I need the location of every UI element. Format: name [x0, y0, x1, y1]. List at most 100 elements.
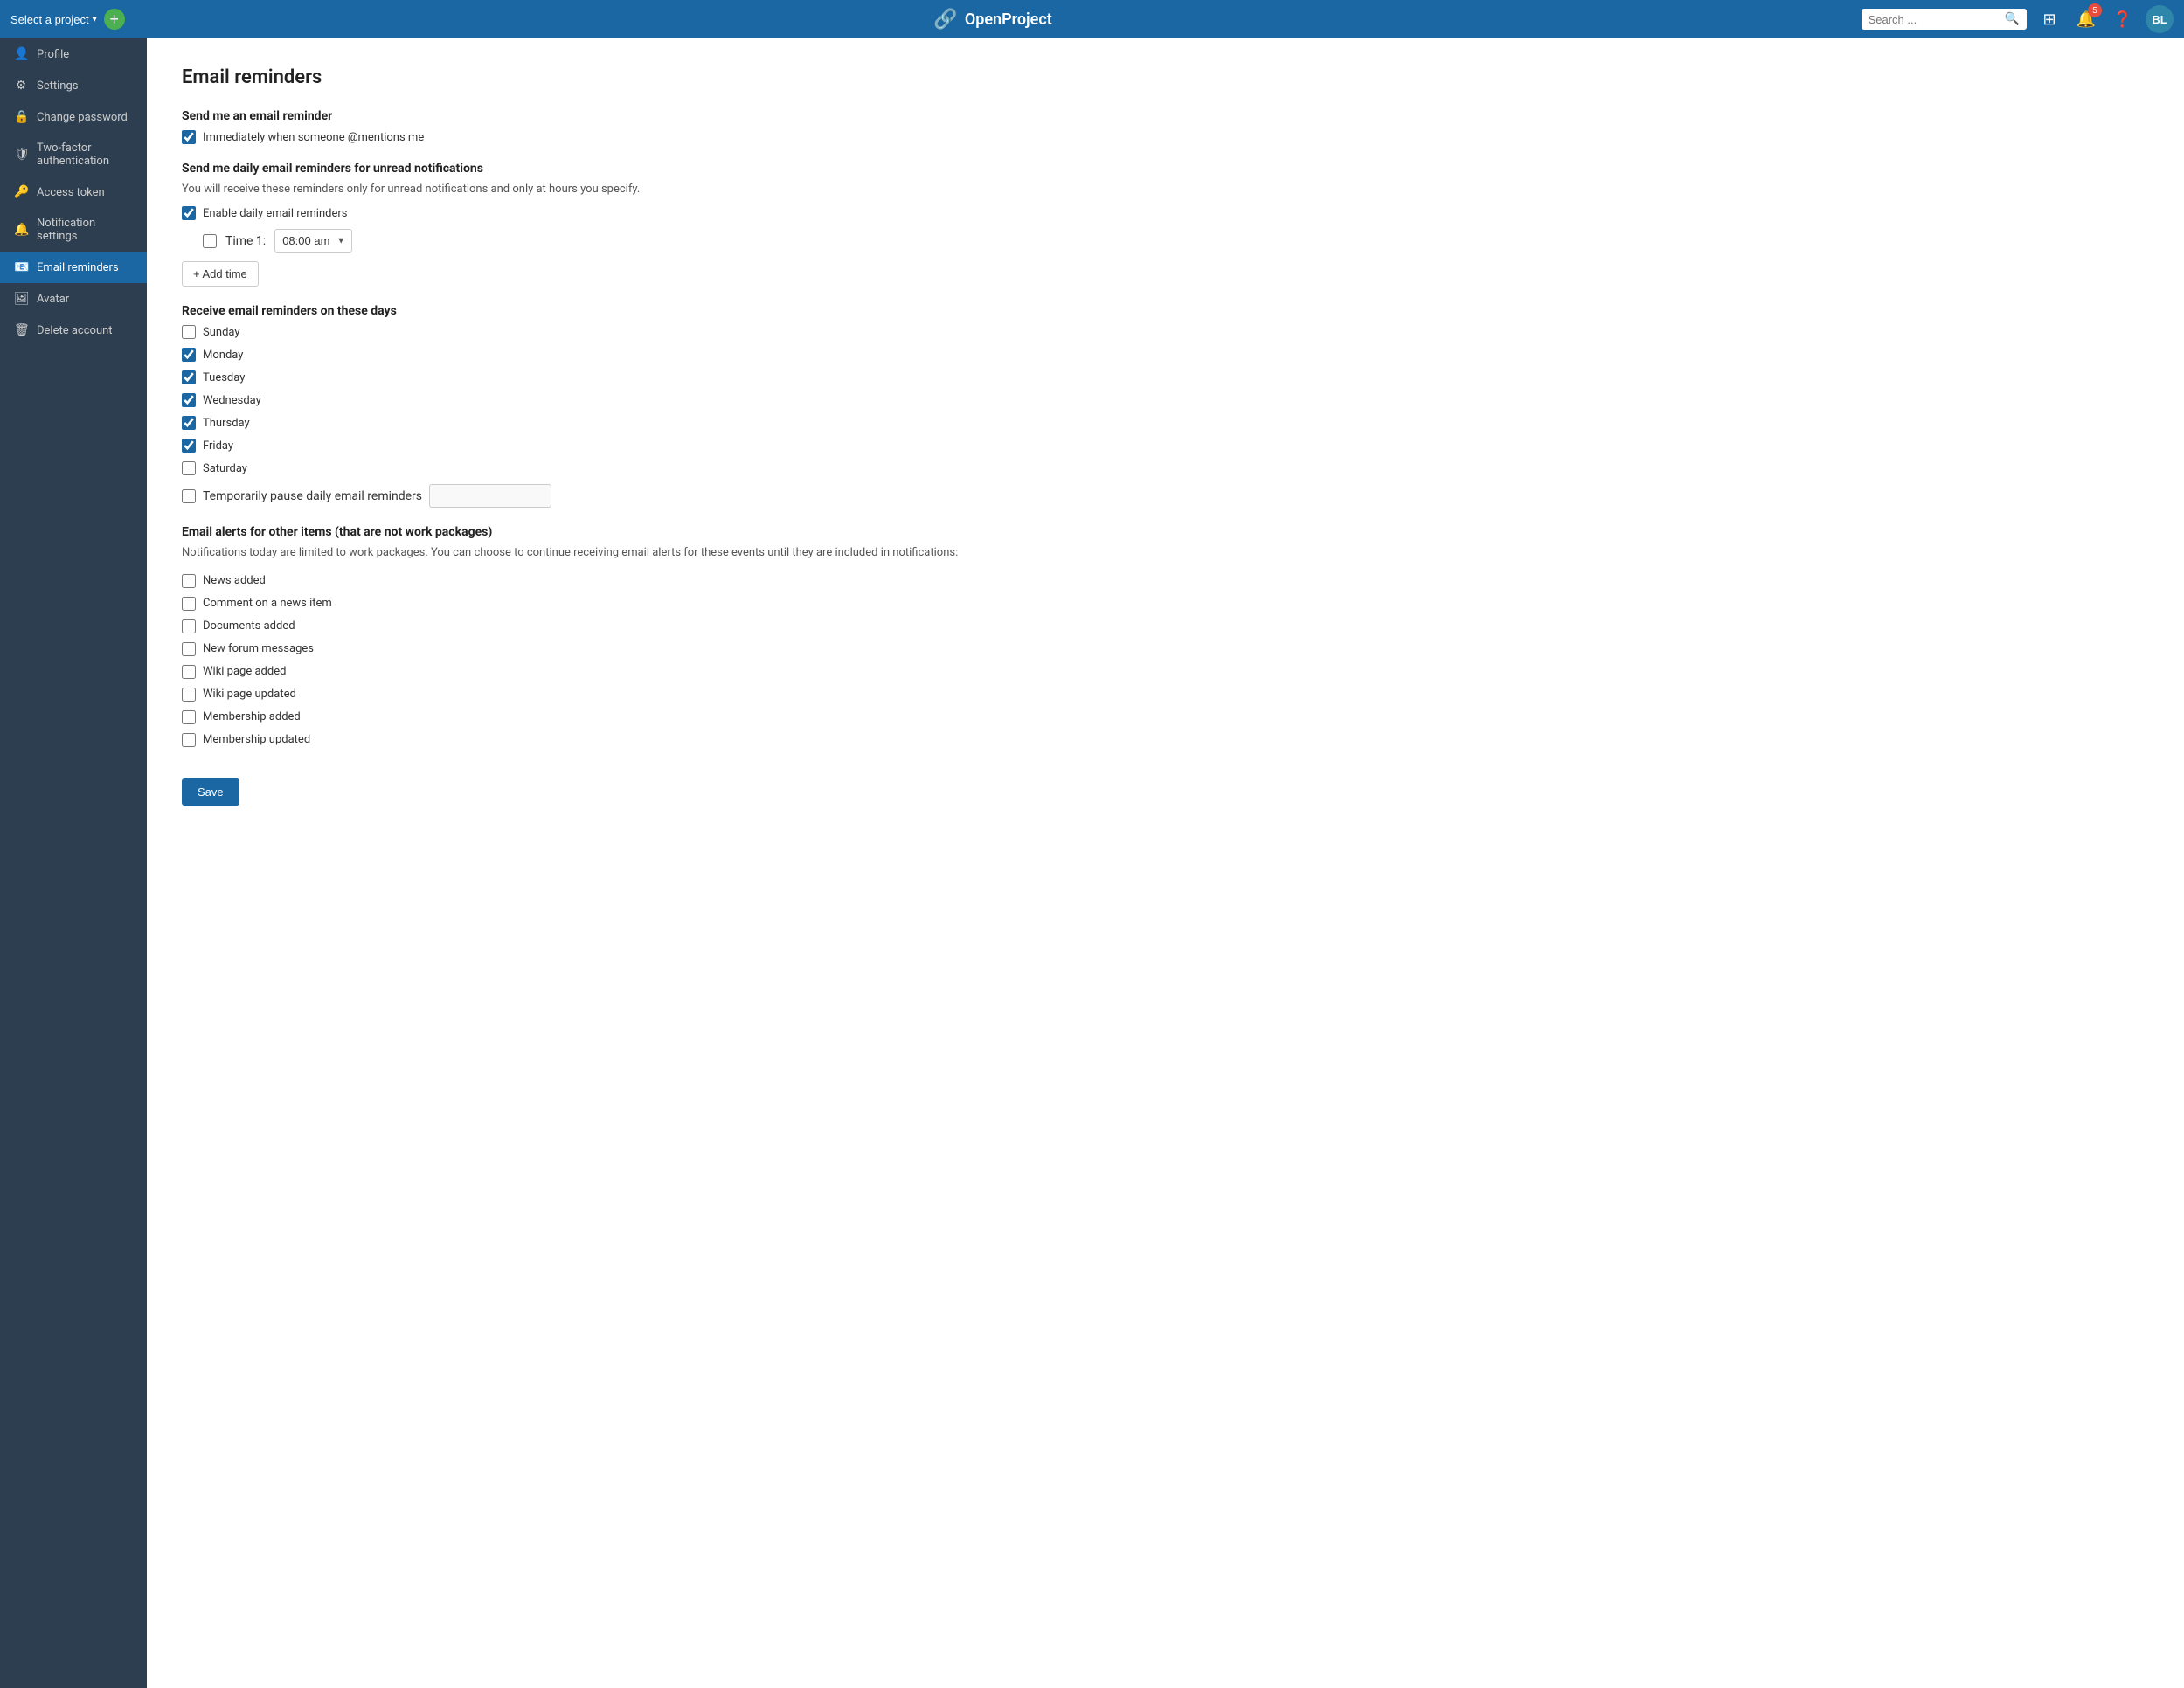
alert-row-2: Documents added — [182, 619, 2149, 633]
alert-row-5: Wiki page updated — [182, 688, 2149, 702]
alert-label-membership-updated[interactable]: Membership updated — [203, 733, 310, 746]
grid-menu-button[interactable]: ⊞ — [2035, 5, 2063, 33]
alert-checkbox-news-added[interactable] — [182, 574, 196, 588]
alert-row-3: New forum messages — [182, 642, 2149, 656]
enable-daily-label[interactable]: Enable daily email reminders — [203, 207, 348, 220]
day-label-thursday[interactable]: Thursday — [203, 417, 250, 430]
alert-row-6: Membership added — [182, 710, 2149, 724]
sidebar: 👤Profile⚙Settings🔒Change password🛡Two-fa… — [0, 38, 147, 1688]
sidebar-icon-profile: 👤 — [14, 47, 28, 61]
day-row-sunday: Sunday — [182, 325, 2149, 339]
time-select-wrapper: 12:00 am01:00 am02:00 am03:00 am04:00 am… — [274, 229, 352, 253]
day-row-wednesday: Wednesday — [182, 393, 2149, 407]
sidebar-item-avatar[interactable]: 🖼Avatar — [0, 283, 147, 315]
day-label-monday[interactable]: Monday — [203, 349, 243, 362]
add-time-label: + Add time — [193, 267, 247, 280]
alerts-section: Email alerts for other items (that are n… — [182, 525, 2149, 747]
days-section-title: Receive email reminders on these days — [182, 304, 2149, 318]
logo-icon: 🔗 — [933, 9, 957, 31]
day-checkbox-tuesday[interactable] — [182, 370, 196, 384]
alert-row-7: Membership updated — [182, 733, 2149, 747]
day-label-sunday[interactable]: Sunday — [203, 326, 240, 339]
app-body: 👤Profile⚙Settings🔒Change password🛡Two-fa… — [0, 38, 2184, 1688]
alert-row-1: Comment on a news item — [182, 597, 2149, 611]
sidebar-label-notification-settings: Notification settings — [37, 217, 133, 243]
sidebar-icon-access-token: 🔑 — [14, 185, 28, 199]
project-selector-label: Select a project — [10, 13, 89, 26]
enable-daily-checkbox[interactable] — [182, 206, 196, 220]
day-row-tuesday: Tuesday — [182, 370, 2149, 384]
time-row: Time 1: 12:00 am01:00 am02:00 am03:00 am… — [203, 229, 2149, 253]
notifications-button[interactable]: 🔔 5 — [2072, 5, 2100, 33]
help-button[interactable]: ❓ — [2109, 5, 2137, 33]
sidebar-item-settings[interactable]: ⚙Settings — [0, 70, 147, 101]
pause-label[interactable]: Temporarily pause daily email reminders — [203, 489, 422, 503]
page-title: Email reminders — [182, 66, 2149, 88]
alert-label-wiki-page-updated[interactable]: Wiki page updated — [203, 688, 296, 701]
search-input[interactable] — [1869, 13, 2000, 26]
day-label-saturday[interactable]: Saturday — [203, 462, 247, 475]
pause-row: Temporarily pause daily email reminders — [182, 484, 2149, 508]
alert-label-new-forum-messages[interactable]: New forum messages — [203, 642, 314, 655]
day-checkbox-saturday[interactable] — [182, 461, 196, 475]
logo-text: OpenProject — [965, 10, 1052, 29]
day-checkbox-monday[interactable] — [182, 348, 196, 362]
day-label-wednesday[interactable]: Wednesday — [203, 394, 261, 407]
day-checkbox-sunday[interactable] — [182, 325, 196, 339]
pause-checkbox[interactable] — [182, 489, 196, 503]
top-nav-left: Select a project ▾ + — [10, 9, 125, 30]
day-checkbox-thursday[interactable] — [182, 416, 196, 430]
alerts-container: News added Comment on a news item Document… — [182, 574, 2149, 747]
alert-checkbox-membership-added[interactable] — [182, 710, 196, 724]
alert-row-4: Wiki page added — [182, 665, 2149, 679]
daily-reminder-section: Send me daily email reminders for unread… — [182, 162, 2149, 287]
alert-label-membership-added[interactable]: Membership added — [203, 710, 301, 723]
alert-label-documents-added[interactable]: Documents added — [203, 619, 295, 633]
alert-checkbox-membership-updated[interactable] — [182, 733, 196, 747]
day-label-friday[interactable]: Friday — [203, 439, 233, 453]
project-selector[interactable]: Select a project ▾ — [10, 13, 97, 26]
day-checkbox-wednesday[interactable] — [182, 393, 196, 407]
alert-label-news-added[interactable]: News added — [203, 574, 266, 587]
search-box[interactable]: 🔍 — [1862, 9, 2027, 30]
sidebar-item-change-password[interactable]: 🔒Change password — [0, 101, 147, 133]
alert-checkbox-wiki-page-added[interactable] — [182, 665, 196, 679]
alert-checkbox-new-forum-messages[interactable] — [182, 642, 196, 656]
sidebar-item-access-token[interactable]: 🔑Access token — [0, 176, 147, 208]
mention-label[interactable]: Immediately when someone @mentions me — [203, 131, 424, 144]
time-select[interactable]: 12:00 am01:00 am02:00 am03:00 am04:00 am… — [274, 229, 352, 253]
alert-checkbox-documents-added[interactable] — [182, 619, 196, 633]
sidebar-label-two-factor: Two-factor authentication — [37, 142, 133, 168]
days-container: Sunday Monday Tuesday Wednesday Thursday Frid… — [182, 325, 2149, 475]
save-label: Save — [198, 785, 224, 799]
pause-date-input[interactable] — [429, 484, 551, 508]
alerts-section-title: Email alerts for other items (that are n… — [182, 525, 2149, 539]
alert-label-wiki-page-added[interactable]: Wiki page added — [203, 665, 286, 678]
mention-checkbox-row: Immediately when someone @mentions me — [182, 130, 2149, 144]
search-icon: 🔍 — [2005, 12, 2020, 26]
sidebar-item-notification-settings[interactable]: 🔔Notification settings — [0, 208, 147, 252]
sidebar-item-email-reminders[interactable]: 📧 Email reminders — [0, 252, 147, 283]
alert-checkbox-wiki-page-updated[interactable] — [182, 688, 196, 702]
sidebar-item-delete-account[interactable]: 🗑Delete account — [0, 315, 147, 346]
sidebar-item-profile[interactable]: 👤Profile — [0, 38, 147, 70]
save-button[interactable]: Save — [182, 778, 239, 806]
day-checkbox-friday[interactable] — [182, 439, 196, 453]
mention-checkbox[interactable] — [182, 130, 196, 144]
sidebar-label-change-password: Change password — [37, 111, 128, 124]
time1-checkbox[interactable] — [203, 234, 217, 248]
immediate-reminder-section: Send me an email reminder Immediately wh… — [182, 109, 2149, 144]
sidebar-icon-email-reminders: 📧 — [14, 260, 28, 274]
alert-checkbox-comment-on-a-news-item[interactable] — [182, 597, 196, 611]
immediate-reminder-title: Send me an email reminder — [182, 109, 2149, 123]
sidebar-icon-avatar: 🖼 — [14, 292, 28, 306]
alert-label-comment-on-a-news-item[interactable]: Comment on a news item — [203, 597, 332, 610]
day-label-tuesday[interactable]: Tuesday — [203, 371, 245, 384]
logo: 🔗 OpenProject — [933, 9, 1051, 31]
sidebar-label-email-reminders: Email reminders — [37, 261, 119, 274]
avatar-button[interactable]: BL — [2146, 5, 2174, 33]
add-project-button[interactable]: + — [104, 9, 125, 30]
sidebar-icon-settings: ⚙ — [14, 79, 28, 93]
add-time-button[interactable]: + Add time — [182, 261, 259, 287]
sidebar-item-two-factor[interactable]: 🛡Two-factor authentication — [0, 133, 147, 176]
